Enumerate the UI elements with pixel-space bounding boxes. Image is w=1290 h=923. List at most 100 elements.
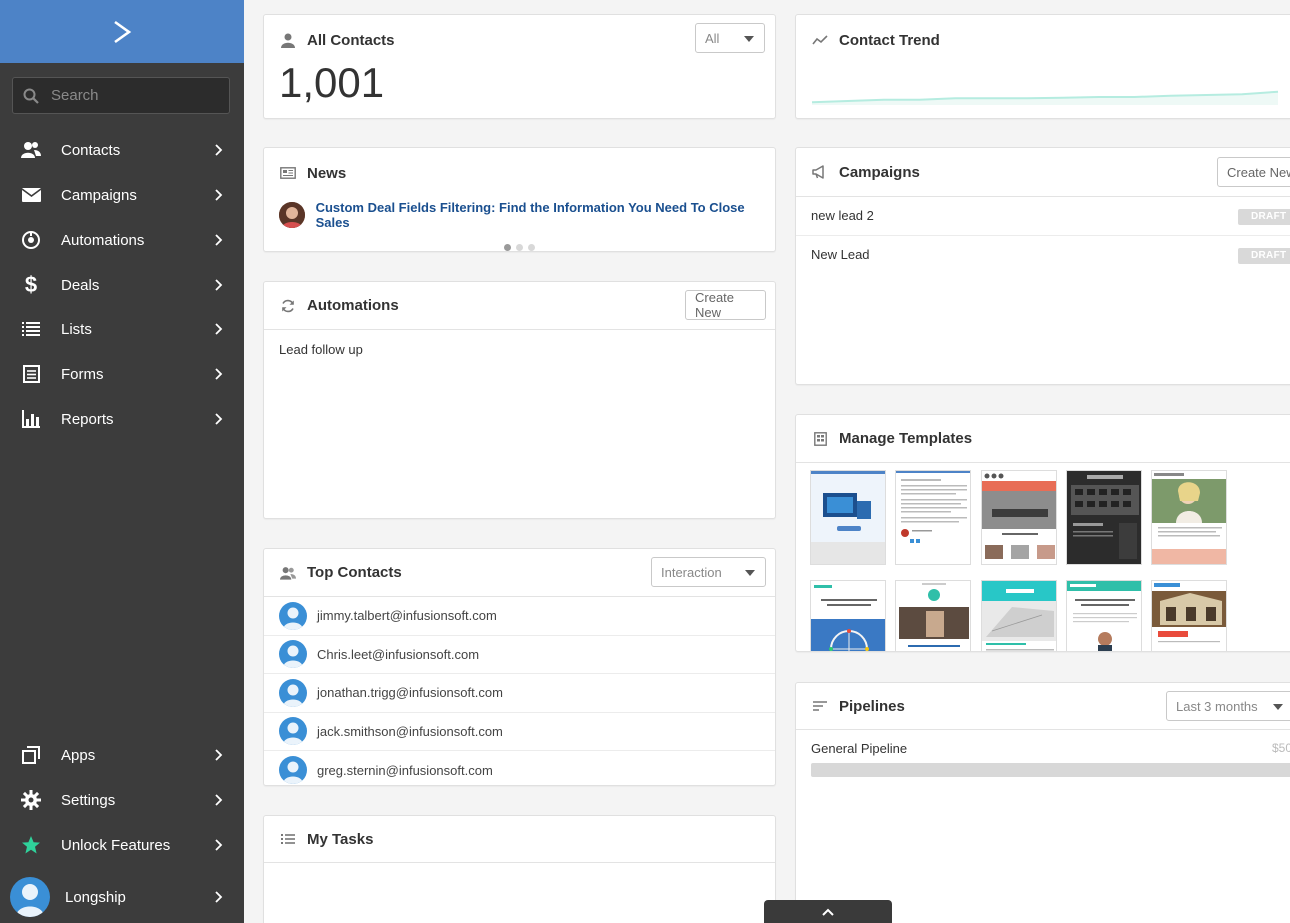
template-thumbnail[interactable]: [1066, 580, 1142, 651]
template-thumbnail[interactable]: [981, 580, 1057, 651]
pipeline-amount: $500: [1272, 741, 1290, 755]
campaign-row[interactable]: New Lead DRAFT: [796, 236, 1290, 275]
contacts-filter-select[interactable]: All: [695, 23, 765, 53]
template-thumbnail[interactable]: [810, 580, 886, 651]
caret-down-icon: [1273, 704, 1283, 710]
sidebar-item-label: Automations: [61, 231, 145, 249]
contact-email: greg.sternin@infusionsoft.com: [317, 762, 493, 778]
template-thumbnail[interactable]: [1066, 470, 1142, 565]
create-automation-button[interactable]: Create New: [685, 290, 766, 320]
news-card: News Custom Deal Fields Filtering: Find …: [263, 147, 776, 252]
carousel-dot[interactable]: [504, 244, 511, 251]
megaphone-icon: [812, 164, 828, 180]
sidebar-item-unlock-features[interactable]: Unlock Features: [0, 825, 244, 865]
chevron-right-icon: [215, 838, 224, 852]
sidebar-item-account[interactable]: Longship: [0, 877, 244, 917]
top-contacts-list: jimmy.talbert@infusionsoft.com Chris.lee…: [264, 597, 775, 785]
sidebar-item-label: Deals: [61, 276, 100, 294]
sidebar-item-deals[interactable]: $ Deals: [0, 265, 244, 305]
card-title: News: [307, 164, 347, 182]
card-title: My Tasks: [307, 830, 374, 848]
contact-email: Chris.leet@infusionsoft.com: [317, 646, 480, 662]
account-name: Longship: [65, 888, 126, 906]
sidebar-item-apps[interactable]: Apps: [0, 735, 244, 775]
chevron-right-icon: [215, 233, 224, 247]
campaign-row[interactable]: new lead 2 DRAFT: [796, 197, 1290, 236]
sidebar-item-automations[interactable]: Automations: [0, 220, 244, 260]
pipeline-range-select[interactable]: Last 3 months: [1166, 691, 1290, 721]
top-contacts-sort-select[interactable]: Interaction: [651, 557, 766, 587]
list-item[interactable]: jack.smithson@infusionsoft.com: [264, 713, 775, 751]
list-item[interactable]: greg.sternin@infusionsoft.com: [264, 751, 775, 785]
campaign-name: New Lead: [811, 247, 870, 263]
automation-item[interactable]: Lead follow up: [264, 330, 775, 369]
chevron-right-icon: [215, 188, 224, 202]
sidebar-item-reports[interactable]: Reports: [0, 399, 244, 439]
carousel-dot[interactable]: [516, 244, 523, 251]
template-thumbnail[interactable]: [895, 580, 971, 651]
templates-card: Manage Templates: [795, 414, 1290, 652]
list-item[interactable]: Chris.leet@infusionsoft.com: [264, 636, 775, 674]
news-headline-link[interactable]: Custom Deal Fields Filtering: Find the I…: [316, 200, 775, 230]
users-icon: [280, 565, 296, 581]
template-thumbnail[interactable]: [895, 470, 971, 565]
chevron-right-icon: [215, 748, 224, 762]
sidebar-item-forms[interactable]: Forms: [0, 354, 244, 394]
avatar: [279, 640, 307, 669]
logo-bar[interactable]: [0, 0, 244, 63]
bar-chart-icon: [20, 408, 42, 430]
pipeline-name[interactable]: General Pipeline: [811, 741, 907, 756]
card-title: All Contacts: [307, 31, 395, 49]
sidebar: Contacts Campaigns Automations $ Deals L…: [0, 0, 244, 923]
top-contacts-card: Top Contacts Interaction jimmy.talbert@i…: [263, 548, 776, 786]
sidebar-item-contacts[interactable]: Contacts: [0, 130, 244, 170]
star-icon: [20, 834, 42, 856]
create-campaign-button[interactable]: Create New: [1217, 157, 1290, 187]
gear-icon: [20, 789, 42, 811]
status-badge: DRAFT: [1238, 209, 1290, 225]
avatar: [10, 877, 50, 917]
contact-email: jimmy.talbert@infusionsoft.com: [317, 608, 497, 624]
sidebar-item-label: Unlock Features: [61, 836, 171, 854]
search-input[interactable]: [51, 87, 211, 104]
contacts-icon: [20, 139, 42, 161]
chevron-right-icon: [215, 367, 224, 381]
search-box[interactable]: [12, 77, 230, 114]
apps-icon: [20, 744, 42, 766]
card-title: Top Contacts: [307, 564, 402, 581]
newspaper-icon: [280, 165, 296, 181]
list-item[interactable]: jimmy.talbert@infusionsoft.com: [264, 597, 775, 636]
trend-line-icon: [812, 32, 828, 48]
scroll-to-top-button[interactable]: [764, 900, 892, 923]
chevron-right-icon: [215, 412, 224, 426]
template-thumbnail[interactable]: [810, 470, 886, 565]
card-title: Automations: [307, 297, 399, 314]
logo-icon: [114, 20, 132, 43]
sidebar-item-settings[interactable]: Settings: [0, 780, 244, 820]
sidebar-item-label: Lists: [61, 320, 92, 338]
select-value: Interaction: [661, 564, 722, 580]
form-icon: [20, 363, 42, 385]
sidebar-item-lists[interactable]: Lists: [0, 309, 244, 349]
trend-chart: [811, 90, 1279, 105]
sidebar-item-campaigns[interactable]: Campaigns: [0, 175, 244, 215]
user-icon: [280, 32, 296, 48]
sidebar-item-label: Contacts: [61, 141, 121, 159]
template-thumbnail[interactable]: [1151, 470, 1227, 565]
select-value: All: [705, 30, 720, 46]
my-tasks-card: My Tasks: [263, 815, 776, 923]
card-title: Pipelines: [839, 697, 905, 715]
contact-email: jack.smithson@infusionsoft.com: [317, 723, 503, 739]
pipeline-progress-bar: [811, 763, 1290, 777]
news-item[interactable]: Custom Deal Fields Filtering: Find the I…: [264, 200, 775, 230]
template-thumbnail[interactable]: [1151, 580, 1227, 651]
refresh-icon: [280, 298, 296, 314]
campaigns-card: Campaigns Create New new lead 2 DRAFT Ne…: [795, 147, 1290, 385]
template-thumbnail[interactable]: [981, 470, 1057, 565]
avatar: [279, 601, 307, 630]
card-title: Manage Templates: [839, 430, 973, 447]
envelope-icon: [20, 184, 42, 206]
contact-email: jonathan.trigg@infusionsoft.com: [317, 685, 503, 701]
carousel-dot[interactable]: [528, 244, 535, 251]
list-item[interactable]: jonathan.trigg@infusionsoft.com: [264, 674, 775, 713]
